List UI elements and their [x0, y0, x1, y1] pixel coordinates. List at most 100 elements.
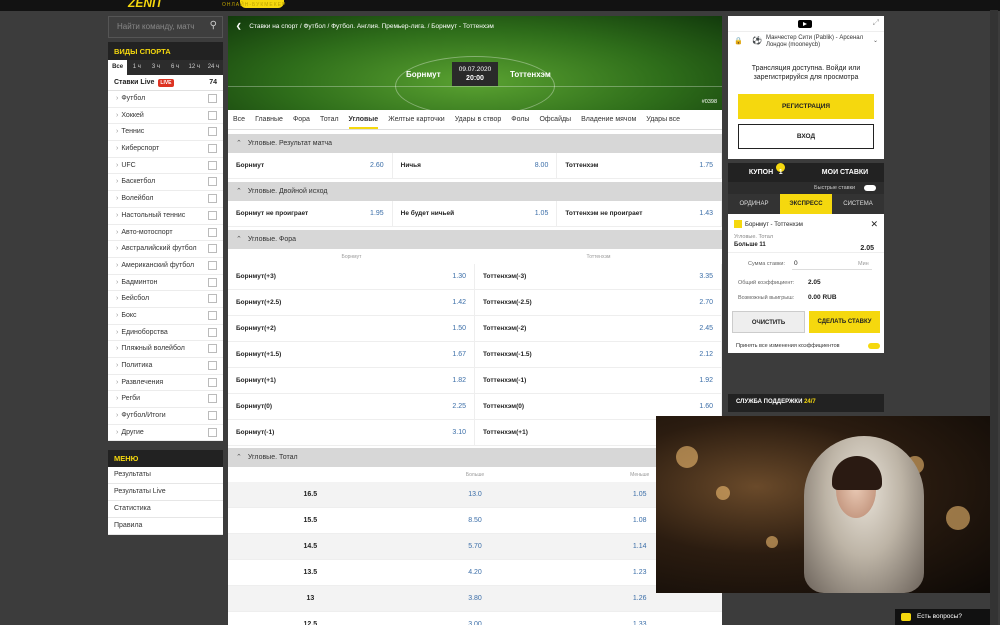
sport-checkbox[interactable] — [208, 177, 217, 187]
sport-checkbox[interactable] — [208, 127, 217, 137]
timeframe-24h[interactable]: 24 ч — [204, 60, 223, 75]
sport-item[interactable]: › Волейбол — [108, 191, 223, 208]
sport-checkbox[interactable] — [208, 210, 217, 220]
odds-cell[interactable]: Борнмут(+1) 1.82 — [228, 368, 475, 393]
support-bar[interactable]: СЛУЖБА ПОДДЕРЖКИ 24/7 — [728, 394, 884, 412]
search-icon[interactable]: ⚲ — [210, 20, 217, 31]
sport-checkbox[interactable] — [208, 194, 217, 204]
sport-checkbox[interactable] — [208, 110, 217, 120]
close-icon[interactable]: ✕ — [870, 219, 878, 230]
timeframe-1h[interactable]: 1 ч — [127, 60, 146, 75]
odds-cell[interactable]: Борнмут не проиграет 1.95 — [228, 201, 393, 226]
sport-item[interactable]: › Теннис — [108, 124, 223, 142]
over-odd[interactable]: 3.00 — [393, 612, 558, 625]
chat-button[interactable]: Есть вопросы? — [895, 609, 990, 625]
check-icon[interactable] — [734, 220, 742, 228]
youtube-icon[interactable] — [798, 20, 812, 28]
over-odd[interactable]: 4.20 — [393, 560, 558, 585]
timeframe-6h[interactable]: 6 ч — [166, 60, 185, 75]
sport-item[interactable]: › Хоккей — [108, 108, 223, 125]
sport-item[interactable]: › Бейсбол — [108, 291, 223, 308]
register-button[interactable]: РЕГИСТРАЦИЯ — [738, 94, 874, 119]
sport-item[interactable]: › Баскетбол — [108, 174, 223, 192]
sport-item[interactable]: › Политика — [108, 358, 223, 375]
sport-item[interactable]: › Американский футбол — [108, 258, 223, 275]
odds-cell[interactable]: Тоттенхэм(-2) 2.45 — [475, 316, 722, 341]
sport-checkbox[interactable] — [208, 294, 217, 304]
back-icon[interactable]: ❮ — [236, 23, 241, 30]
over-odd[interactable]: 5.70 — [393, 534, 558, 559]
sport-checkbox[interactable] — [208, 411, 217, 421]
odds-cell[interactable]: Тоттенхэм(-1.5) 2.12 — [475, 342, 722, 367]
tab-market[interactable]: Желтые карточки — [388, 111, 445, 129]
search-input[interactable]: Найти команду, матч ⚲ — [108, 16, 223, 38]
sport-item[interactable]: › Бадминтон — [108, 275, 223, 292]
under-odd[interactable]: 1.33 — [557, 612, 722, 625]
video-overlay[interactable] — [656, 416, 990, 593]
odds-cell[interactable]: Борнмут(+1.5) 1.67 — [228, 342, 475, 367]
tab-market[interactable]: Офсайды — [539, 111, 571, 129]
place-bet-button[interactable]: СДЕЛАТЬ СТАВКУ — [809, 311, 880, 333]
odds-cell[interactable]: Борнмут(-1) 3.10 — [228, 420, 475, 445]
tab-my-bets[interactable]: МОИ СТАВКИ — [806, 163, 884, 182]
clear-button[interactable]: ОЧИСТИТЬ — [732, 311, 805, 333]
sport-checkbox[interactable] — [208, 310, 217, 320]
live-bets-item[interactable]: Ставки Live LIVE 74 — [108, 75, 223, 91]
odds-cell[interactable]: Борнмут(+2) 1.50 — [228, 316, 475, 341]
sport-checkbox[interactable] — [208, 260, 217, 270]
sport-item[interactable]: › Регби — [108, 391, 223, 409]
stake-field[interactable]: Сумма ставки: 0 Мин — [728, 253, 884, 275]
sport-checkbox[interactable] — [208, 394, 217, 404]
odds-cell[interactable]: Тоттенхэм(-3) 3.35 — [475, 264, 722, 289]
menu-item-results-live[interactable]: Результаты Live — [108, 484, 223, 501]
odds-cell[interactable]: Не будет ничьей 1.05 — [393, 201, 558, 226]
sport-item[interactable]: › Австралийский футбол — [108, 241, 223, 258]
timeframe-all[interactable]: Все — [108, 60, 128, 75]
over-odd[interactable]: 3.80 — [393, 586, 558, 611]
mode-express[interactable]: ЭКСПРЕСС — [780, 194, 832, 214]
tab-coupon[interactable]: КУПОН 1 — [728, 163, 806, 182]
timeframe-3h[interactable]: 3 ч — [146, 60, 165, 75]
section-corner-handicap[interactable]: ⌃ Угловые. Фора — [228, 230, 722, 249]
sport-checkbox[interactable] — [208, 377, 217, 387]
odds-cell[interactable]: Борнмут 2.60 — [228, 153, 393, 178]
odds-cell[interactable]: Ничья 8.00 — [393, 153, 558, 178]
odds-cell[interactable]: Тоттенхэм не проиграет 1.43 — [557, 201, 722, 226]
over-odd[interactable]: 13.0 — [393, 482, 558, 507]
tab-market[interactable]: Удары все — [646, 111, 680, 129]
tab-market[interactable]: Удары в створ — [455, 111, 502, 129]
sport-checkbox[interactable] — [208, 427, 217, 437]
sport-checkbox[interactable] — [208, 94, 217, 103]
timeframe-12h[interactable]: 12 ч — [185, 60, 204, 75]
tab-market[interactable]: Фолы — [511, 111, 529, 129]
sport-checkbox[interactable] — [208, 160, 217, 170]
sport-checkbox[interactable] — [208, 361, 217, 370]
sport-checkbox[interactable] — [208, 327, 217, 337]
mode-single[interactable]: ОРДИНАР — [728, 194, 780, 214]
breadcrumb-sports[interactable]: Ставки на спорт — [249, 23, 298, 30]
sport-item[interactable]: › Другие — [108, 425, 223, 442]
menu-item-results[interactable]: Результаты — [108, 467, 223, 484]
stake-value[interactable]: 0 — [794, 260, 798, 267]
odds-cell[interactable]: Борнмут(0) 2.25 — [228, 394, 475, 419]
sport-item[interactable]: › Единоборства — [108, 325, 223, 342]
sport-checkbox[interactable] — [208, 227, 217, 237]
tab-market[interactable]: Тотал — [320, 111, 339, 129]
section-corner-double[interactable]: ⌃ Угловые. Двойной исход — [228, 182, 722, 201]
tab-market[interactable]: Главные — [255, 111, 283, 129]
menu-item-statistics[interactable]: Статистика — [108, 501, 223, 518]
sport-checkbox[interactable] — [208, 244, 217, 254]
sport-item[interactable]: › Пляжный волейбол — [108, 341, 223, 358]
odds-cell[interactable]: Борнмут(+3) 1.30 — [228, 264, 475, 289]
tab-market[interactable]: Угловые — [348, 111, 379, 129]
sport-item[interactable]: › Киберспорт — [108, 141, 223, 158]
sport-checkbox[interactable] — [208, 277, 217, 287]
mode-system[interactable]: СИСТЕМА — [832, 194, 884, 214]
sport-item[interactable]: › UFC — [108, 158, 223, 175]
over-odd[interactable]: 8.50 — [393, 508, 558, 533]
expand-icon[interactable]: ⤢ — [873, 18, 879, 28]
sport-item[interactable]: › Футбол — [108, 91, 223, 108]
tab-market[interactable]: Владение мячом — [581, 111, 636, 129]
sport-checkbox[interactable] — [208, 144, 217, 154]
scrollbar[interactable] — [990, 10, 998, 625]
